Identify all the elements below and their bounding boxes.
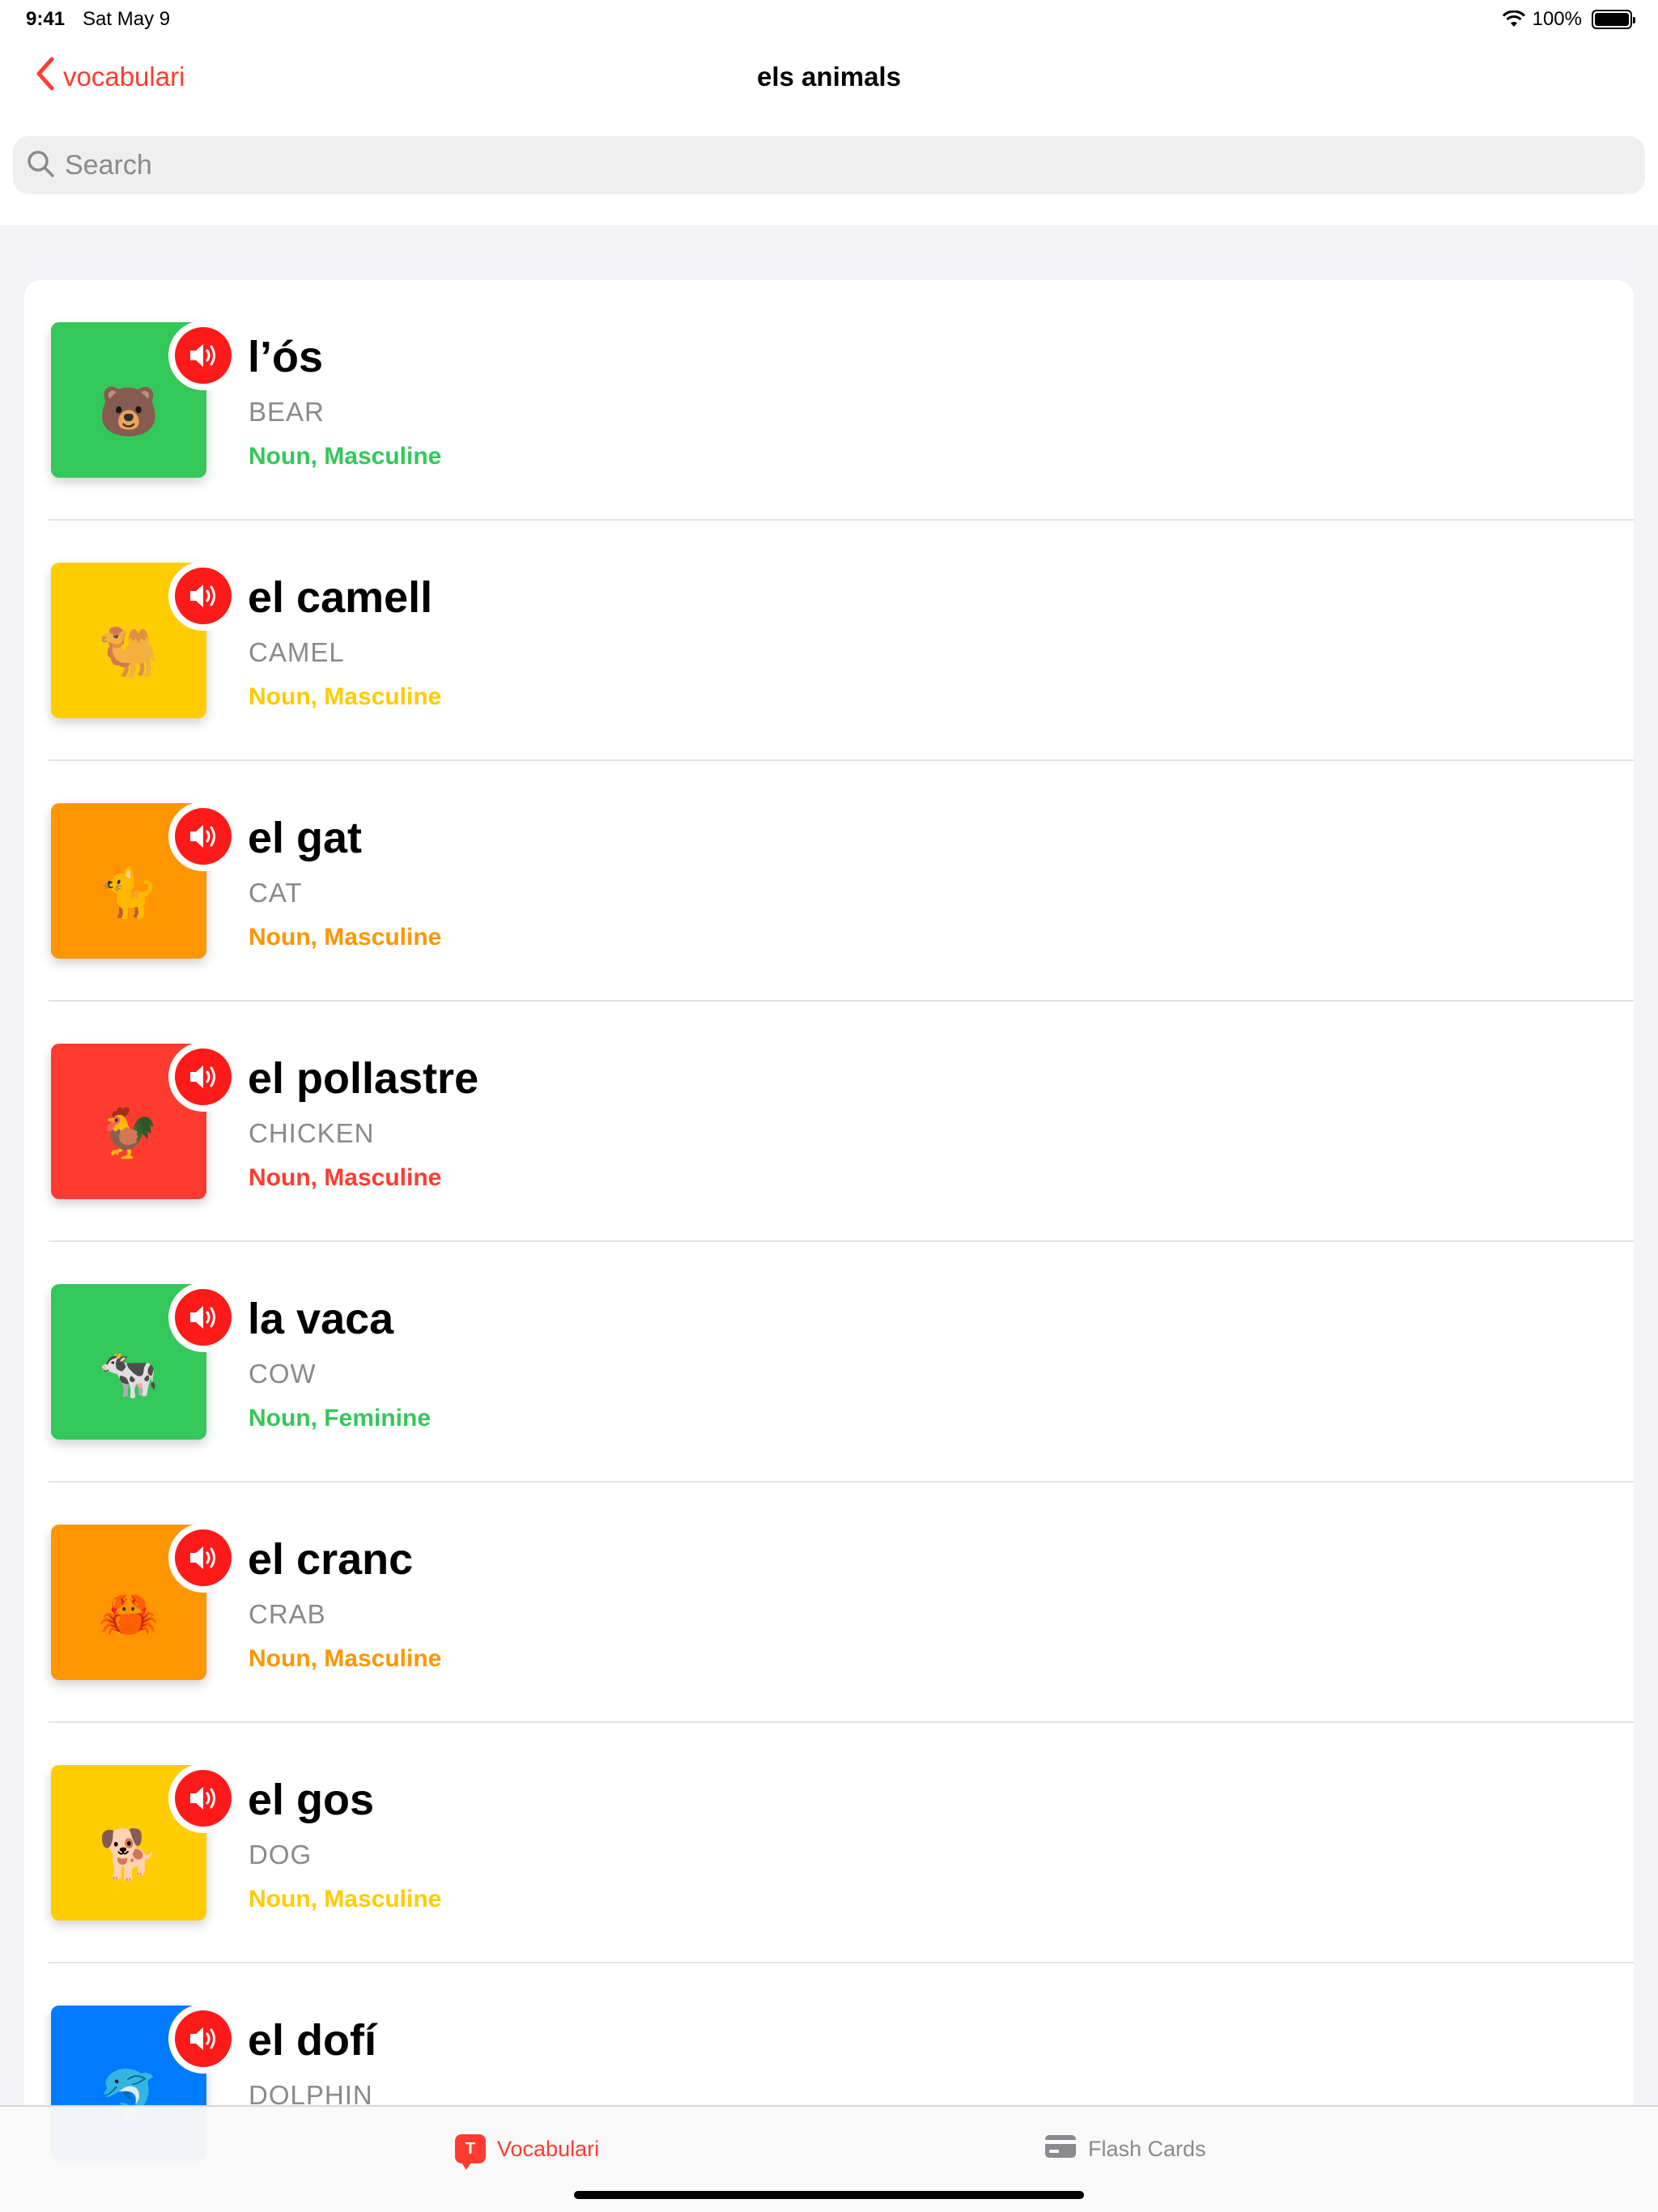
- word-label: l’ós: [248, 333, 324, 381]
- grammar-label: Noun, Masculine: [249, 1164, 442, 1191]
- speaker-icon: [175, 1529, 232, 1586]
- translation-label: CAT: [249, 878, 303, 908]
- screen: 9:41 Sat May 9 100% vocabulari els anima…: [0, 0, 1658, 2212]
- animal-emoji-icon: 🐓: [98, 1106, 159, 1160]
- page-title: els animals: [757, 62, 901, 91]
- status-time: 9:41: [26, 8, 66, 30]
- magnifier-icon: [26, 149, 55, 182]
- speaker-button[interactable]: [168, 1763, 238, 1833]
- translation-label: CHICKEN: [249, 1118, 375, 1148]
- translation-label: CAMEL: [249, 637, 345, 667]
- grammar-label: Noun, Masculine: [249, 1645, 442, 1672]
- search-input[interactable]: [65, 149, 1603, 181]
- speaker-icon: [175, 1049, 232, 1105]
- grammar-label: Noun, Masculine: [249, 924, 442, 951]
- translation-label: COW: [249, 1359, 317, 1389]
- status-date: Sat May 9: [83, 8, 171, 30]
- speaker-icon: [175, 2010, 232, 2067]
- word-label: la vaca: [248, 1295, 394, 1343]
- translation-label: BEAR: [249, 397, 325, 427]
- tab-flash-cards-label: Flash Cards: [1088, 2137, 1206, 2161]
- word-label: el gos: [248, 1776, 375, 1824]
- list-item[interactable]: 🐫 el camell CAMEL Noun, Masculine: [24, 521, 1634, 761]
- speaker-button[interactable]: [168, 1283, 238, 1352]
- speaker-icon: [175, 327, 232, 384]
- animal-emoji-icon: 🐈: [98, 866, 159, 920]
- speaker-button[interactable]: [168, 561, 238, 631]
- status-bar: 9:41 Sat May 9 100%: [0, 0, 1658, 39]
- credit-card-icon: [1044, 2134, 1077, 2164]
- home-indicator: [574, 2191, 1084, 2199]
- vocabulary-list: 🐻 l’ós BEAR Noun, Masculine 🐫 el camell CAMEL N…: [24, 280, 1634, 2212]
- vocabulari-icon: T: [455, 2134, 486, 2170]
- animal-emoji-icon: 🐕: [98, 1827, 159, 1882]
- speaker-icon: [175, 1289, 232, 1346]
- speaker-icon: [175, 568, 232, 624]
- tab-vocabulari[interactable]: T Vocabulari: [455, 2134, 600, 2170]
- speaker-icon: [175, 1770, 232, 1827]
- battery-icon: [1592, 10, 1635, 29]
- list-item[interactable]: 🐕 el gos DOG Noun, Masculine: [24, 1723, 1634, 1963]
- search-bar[interactable]: [13, 136, 1645, 194]
- word-label: el gat: [248, 814, 363, 862]
- nav-bar: vocabulari els animals: [0, 39, 1658, 225]
- translation-label: DOG: [249, 1840, 312, 1870]
- word-label: el camell: [248, 573, 433, 622]
- list-item[interactable]: 🐈 el gat CAT Noun, Masculine: [24, 761, 1634, 1002]
- speaker-button[interactable]: [168, 321, 238, 390]
- word-label: el pollastre: [248, 1054, 479, 1103]
- word-label: el cranc: [248, 1535, 414, 1584]
- grammar-label: Noun, Masculine: [249, 1886, 442, 1912]
- word-label: el dofí: [248, 2016, 376, 2065]
- translation-label: CRAB: [249, 1599, 326, 1629]
- animal-emoji-icon: 🐫: [98, 625, 159, 679]
- list-item[interactable]: 🐄 la vaca COW Noun, Feminine: [24, 1242, 1634, 1482]
- wifi-icon: [1502, 11, 1526, 28]
- grammar-label: Noun, Feminine: [249, 1405, 431, 1431]
- tab-vocabulari-label: Vocabulari: [497, 2136, 600, 2161]
- tab-flash-cards[interactable]: Flash Cards: [1044, 2134, 1206, 2164]
- speaker-button[interactable]: [168, 1042, 238, 1112]
- list-item[interactable]: 🐓 el pollastre CHICKEN Noun, Masculine: [24, 1002, 1634, 1242]
- speaker-button[interactable]: [168, 1523, 238, 1593]
- list-item[interactable]: 🐻 l’ós BEAR Noun, Masculine: [24, 280, 1634, 521]
- grammar-label: Noun, Masculine: [249, 683, 442, 710]
- speaker-button[interactable]: [168, 2004, 238, 2074]
- animal-emoji-icon: 🐄: [98, 1346, 159, 1401]
- battery-fill: [1595, 13, 1629, 26]
- animal-emoji-icon: 🦀: [98, 1587, 159, 1641]
- battery-percent: 100%: [1532, 8, 1582, 30]
- list-item[interactable]: 🦀 el cranc CRAB Noun, Masculine: [24, 1482, 1634, 1723]
- speaker-icon: [175, 808, 232, 865]
- grammar-label: Noun, Masculine: [249, 443, 442, 470]
- speaker-button[interactable]: [168, 802, 238, 871]
- animal-emoji-icon: 🐻: [98, 385, 159, 439]
